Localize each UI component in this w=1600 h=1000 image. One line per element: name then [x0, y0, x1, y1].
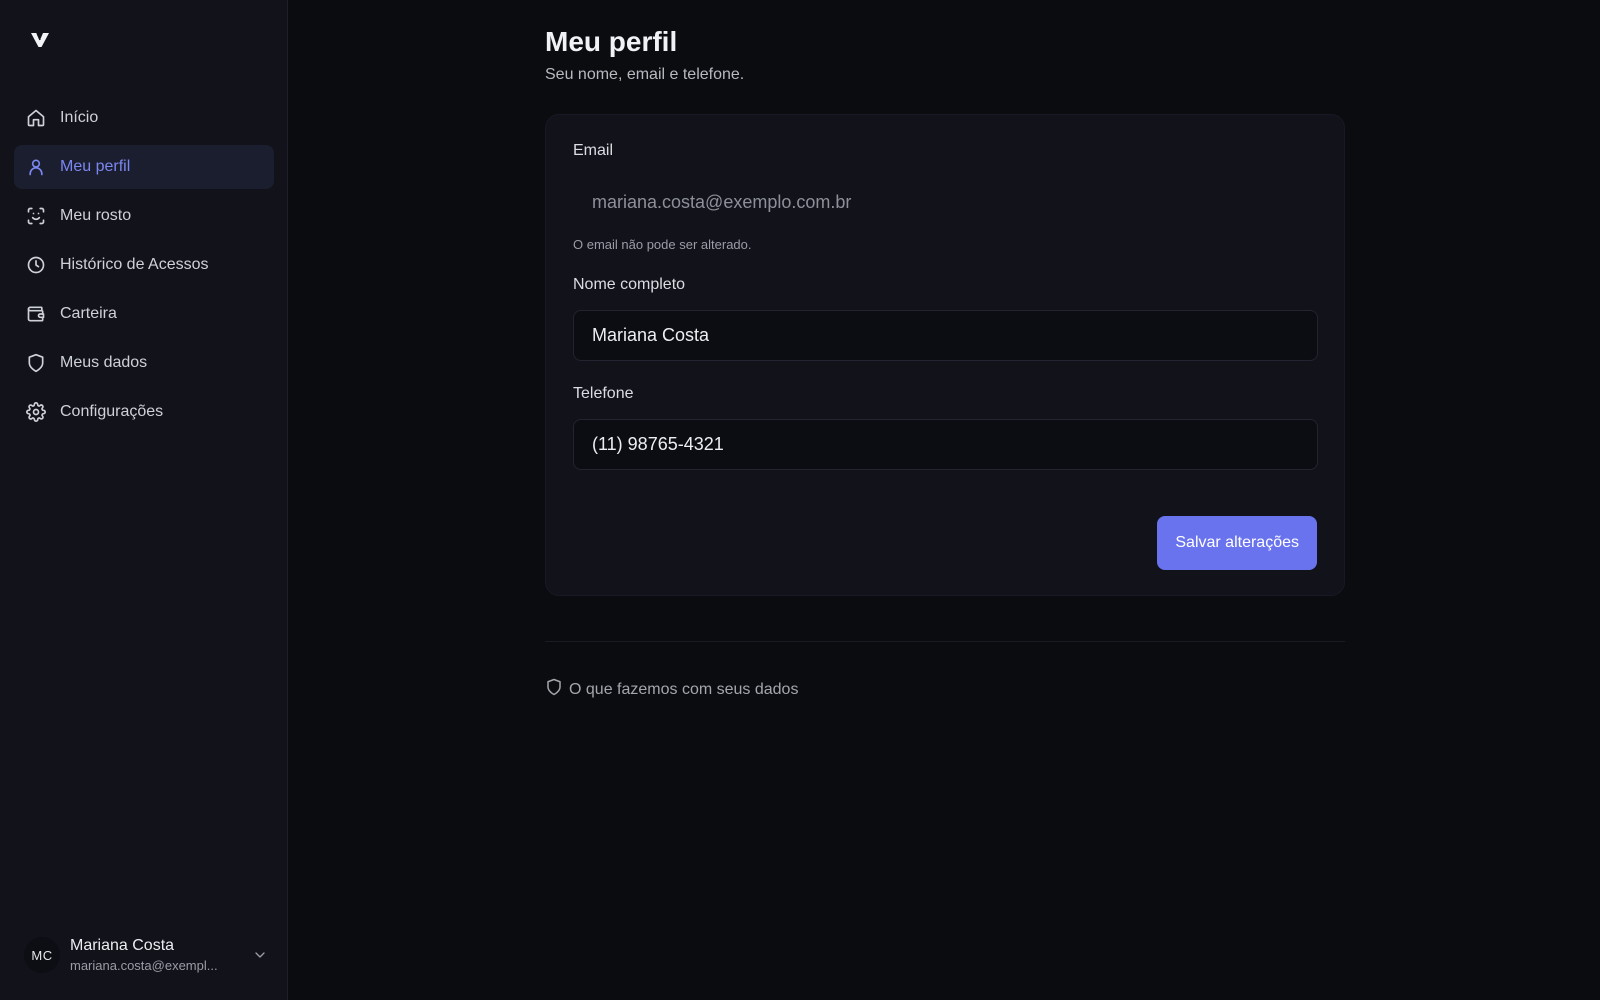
- sidebar-nav: Início Meu perfil Meu rosto Histórico de…: [14, 96, 274, 439]
- profile-form-card: Email mariana.costa@exemplo.com.br O ema…: [545, 114, 1345, 596]
- save-button[interactable]: Salvar alterações: [1157, 516, 1317, 570]
- sidebar-item-meus-dados[interactable]: Meus dados: [14, 341, 274, 385]
- wallet-icon: [26, 304, 46, 324]
- sidebar-item-label: Meus dados: [60, 354, 148, 371]
- user-email: mariana.costa@exempl...: [70, 958, 218, 973]
- sidebar-item-label: Histórico de Acessos: [60, 256, 209, 273]
- sidebar: Início Meu perfil Meu rosto Histórico de…: [0, 0, 288, 1000]
- sidebar-item-carteira[interactable]: Carteira: [14, 292, 274, 336]
- sidebar-item-meu-perfil[interactable]: Meu perfil: [14, 145, 274, 189]
- face-scan-icon: [26, 206, 46, 226]
- gear-icon: [26, 402, 46, 422]
- phone-label: Telefone: [573, 385, 634, 402]
- name-label: Nome completo: [573, 276, 686, 293]
- data-policy-label: O que fazemos com seus dados: [569, 680, 799, 698]
- page-subtitle: Seu nome, email e telefone.: [545, 66, 745, 83]
- home-icon: [26, 108, 46, 128]
- email-field: mariana.costa@exemplo.com.br: [592, 192, 852, 212]
- page-title: Meu perfil: [545, 26, 678, 57]
- sidebar-item-historico[interactable]: Histórico de Acessos: [14, 243, 274, 287]
- phone-input[interactable]: (11) 98765-4321: [573, 419, 1318, 470]
- user-icon: [26, 157, 46, 177]
- clock-icon: [26, 255, 46, 275]
- sidebar-item-meu-rosto[interactable]: Meu rosto: [14, 194, 274, 238]
- user-name: Mariana Costa: [70, 937, 175, 954]
- shield-icon: [545, 678, 569, 701]
- data-policy-link[interactable]: O que fazemos com seus dados: [545, 678, 798, 701]
- divider: [545, 641, 1345, 642]
- email-hint: O email não pode ser alterado.: [573, 237, 752, 252]
- user-info: Mariana Costa mariana.costa@exempl...: [70, 937, 246, 973]
- sidebar-item-inicio[interactable]: Início: [14, 96, 274, 140]
- full-name-input[interactable]: Mariana Costa: [573, 310, 1318, 361]
- user-menu[interactable]: MC Mariana Costa mariana.costa@exempl...: [24, 932, 268, 978]
- avatar: MC: [24, 937, 60, 973]
- chevron-down-icon[interactable]: [252, 947, 268, 963]
- sidebar-item-label: Meu rosto: [60, 207, 132, 224]
- v-logo-icon[interactable]: [28, 28, 52, 52]
- shield-icon: [26, 353, 46, 373]
- sidebar-item-label: Meu perfil: [60, 158, 131, 175]
- email-label: Email: [573, 142, 614, 159]
- sidebar-item-configuracoes[interactable]: Configurações: [14, 390, 274, 434]
- sidebar-item-label: Início: [60, 109, 99, 126]
- sidebar-item-label: Carteira: [60, 305, 117, 322]
- sidebar-item-label: Configurações: [60, 403, 164, 420]
